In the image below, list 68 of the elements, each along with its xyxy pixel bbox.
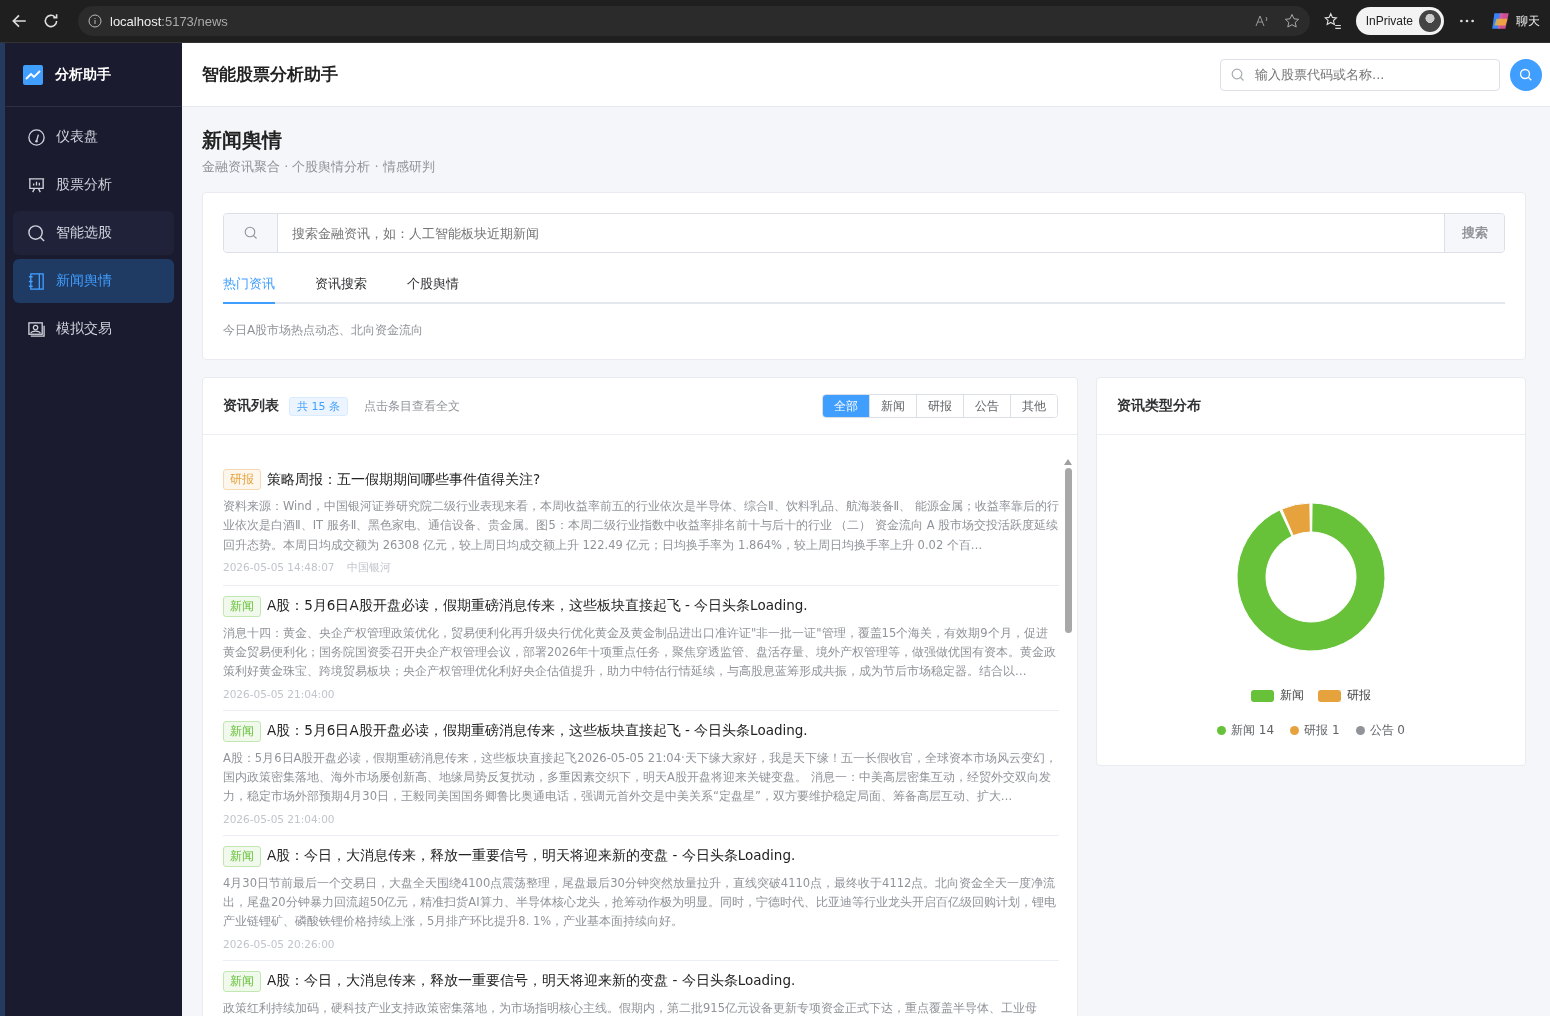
news-time: 2026-05-05 20:26:00 — [223, 937, 335, 950]
nav-item[interactable]: 新闻舆情 — [13, 259, 174, 303]
copilot-button[interactable]: 聊天 — [1490, 10, 1540, 32]
legend-label: 研报 — [1347, 687, 1371, 704]
count-badge: 共 15 条 — [289, 396, 348, 416]
nav-item[interactable]: 模拟交易 — [13, 307, 174, 351]
chart-icon — [23, 64, 43, 85]
news-title[interactable]: 策略周报：五一假期期间哪些事件值得关注? — [267, 470, 541, 489]
type-count: 新闻 14 — [1231, 722, 1275, 739]
brand-name: 分析助手 — [55, 65, 111, 84]
legend-swatch — [1318, 689, 1341, 702]
search-icon — [27, 223, 46, 243]
search-button[interactable] — [1510, 58, 1542, 91]
news-time: 2026-05-05 21:04:00 — [223, 687, 335, 700]
type-tag: 新闻 — [223, 970, 261, 992]
card-title: 资讯列表 — [223, 397, 279, 415]
copilot-icon — [1490, 10, 1512, 32]
list-hint: 点击条目查看全文 — [364, 397, 460, 415]
avatar-icon — [1419, 10, 1441, 32]
legend-label: 新闻 — [1280, 687, 1304, 704]
star-icon[interactable] — [1283, 13, 1300, 29]
refresh-icon[interactable] — [42, 12, 60, 30]
nav-item[interactable]: 仪表盘 — [13, 115, 174, 159]
scroll-up-icon[interactable] — [1064, 459, 1072, 465]
search-icon — [243, 226, 258, 240]
news-summary: 消息十四：黄金、央企产权管理政策优化，贸易便利化再升级央行优化黄金及黄金制品进出口准许证"非一批一证"管理，覆盖15个海关，有效期9个月，促进黄金贸易便利化；国务院国资委召开央企产权管理会议，部署2026年十项重点任务，聚焦穿透监管、盘活存量、境外产权管理等，做强做优国有资本。黄金政策利好黄金珠宝、跨境贸易板块；央企产权管理优化利好央企估值提升，助力中特估行情延续，与高股息蓝筹形成共振，成为节后市场稳定器。结合以… — [223, 624, 1058, 681]
type-count: 研报 1 — [1304, 722, 1340, 739]
page-title: 新闻舆情 — [202, 127, 283, 154]
news-summary: 4月30日节前最后一个交易日，大盘全天围绕4100点震荡整理，尾盘最后30分钟突然放量拉升，直线突破4110点，最终收于4112点。北向资金全天一度净流出，尾盘20分钟暴力回流超50亿元，精准扫货AI算力、半导体核心龙头，抢筹动作极为明显。同时，宁德时代、比亚迪等行业龙头开启百亿级回购计划，锂电产业链锂矿、磷酸铁锂价格持续上涨，5月排产环比提升8. 1%，产业基本面持续向好。 — [223, 874, 1057, 931]
favorites-icon[interactable] — [1323, 12, 1342, 30]
card-title: 资讯类型分布 — [1117, 397, 1201, 415]
tab-description: 今日A股市场热点动态、北向资金流向 — [223, 322, 425, 339]
info-icon[interactable] — [88, 14, 102, 28]
type-tag: 新闻 — [223, 845, 261, 867]
gauge-icon — [27, 127, 46, 147]
picture-frame-icon — [27, 319, 46, 339]
tab[interactable]: 资讯搜索 — [315, 271, 367, 304]
type-count: 公告 0 — [1369, 722, 1405, 739]
news-title[interactable]: A股：5月6日A股开盘必读，假期重磅消息传来，这些板块直接起飞 - 今日头条Loading. — [267, 597, 808, 616]
news-summary: A股：5月6日A股开盘必读，假期重磅消息传来，这些板块直接起飞2026-05-05 21:04·天下缘大家好，我是天下缘！五一长假收官，全球资本市场风云变幻，国内政策密集落地、海外市场屡创新高、地缘局势反复扰动，多重因素交织下，明天A股开盘将迎来关键变盘。 消息一：中美高层密集互动，经贸外交双向发力，稳定市场外部预期4月30日，王毅同美国国务卿鲁比奥通电话，强调元首外交是中美关系“定盘星”，双方要维护稳定局面、筹备高层互动、扩大… — [223, 749, 1058, 806]
stock-search-field[interactable]: 输入股票代码或名称... — [1220, 58, 1500, 91]
page-subtitle: 金融资讯聚合 · 个股舆情分析 · 情感研判 — [202, 158, 436, 176]
news-title[interactable]: A股：今日，大消息传来，释放一重要信号，明天将迎来新的变盘 - 今日头条Loading. — [267, 972, 796, 991]
type-tag: 研报 — [223, 469, 261, 490]
legend-swatch — [1251, 689, 1274, 702]
notebook-icon — [27, 271, 46, 291]
app-title: 智能股票分析助手 — [202, 63, 338, 86]
news-time: 2026-05-05 21:04:00 — [223, 812, 335, 825]
filter-button[interactable]: 其他 — [1010, 395, 1057, 417]
news-title[interactable]: A股：5月6日A股开盘必读，假期重磅消息传来，这些板块直接起飞 - 今日头条Loading. — [267, 722, 808, 741]
news-title[interactable]: A股：今日，大消息传来，释放一重要信号，明天将迎来新的变盘 - 今日头条Loading. — [267, 847, 796, 866]
back-icon[interactable] — [10, 12, 28, 30]
type-tag: 新闻 — [223, 595, 261, 617]
scrollbar-thumb[interactable] — [1064, 468, 1072, 633]
nav-item[interactable]: 股票分析 — [13, 163, 174, 207]
news-summary: 资料来源：Wind，中国银河证券研究院二级行业表现来看，本周收益率前五的行业依次是半导体、综合Ⅱ、饮料乳品、航海装备Ⅱ、 能源金属；收益率靠后的行业依次是白酒Ⅱ、IT 服务Ⅱ、黑色家电、通信设备、贵金属。图5：本周二级行业指数中收益率排名前十与后十的行业 （二） 资金流向 A 股市场交投活跃度延续回升态势。本周日均成交额为 26308 亿元，较上周日均成交额上升 122.49 亿元；日均换手率为 1.864%，较上周日均换手率上升 0.02 个百… — [223, 498, 1059, 554]
read-aloud-icon[interactable] — [1253, 13, 1270, 29]
news-time: 2026-05-05 14:48:07 — [223, 560, 335, 575]
search-icon — [1231, 67, 1245, 82]
inprivate-badge[interactable]: InPrivate — [1355, 7, 1444, 35]
url-text: localhost:5173/news — [110, 13, 228, 29]
type-tag: 新闻 — [223, 720, 261, 742]
tab[interactable]: 个股舆情 — [407, 271, 459, 304]
search-icon — [1519, 67, 1533, 82]
nav-item[interactable]: 智能选股 — [13, 211, 174, 255]
news-summary: 政策红利持续加码，硬科技产业支持政策密集落地，为市场指明核心主线。假期内，第二批915亿元设备更新专项资金正式下达，重点覆盖半导体、工业母 — [223, 999, 1038, 1016]
presentation-icon — [27, 175, 46, 195]
address-bar[interactable]: localhost:5173/news — [78, 6, 1310, 36]
